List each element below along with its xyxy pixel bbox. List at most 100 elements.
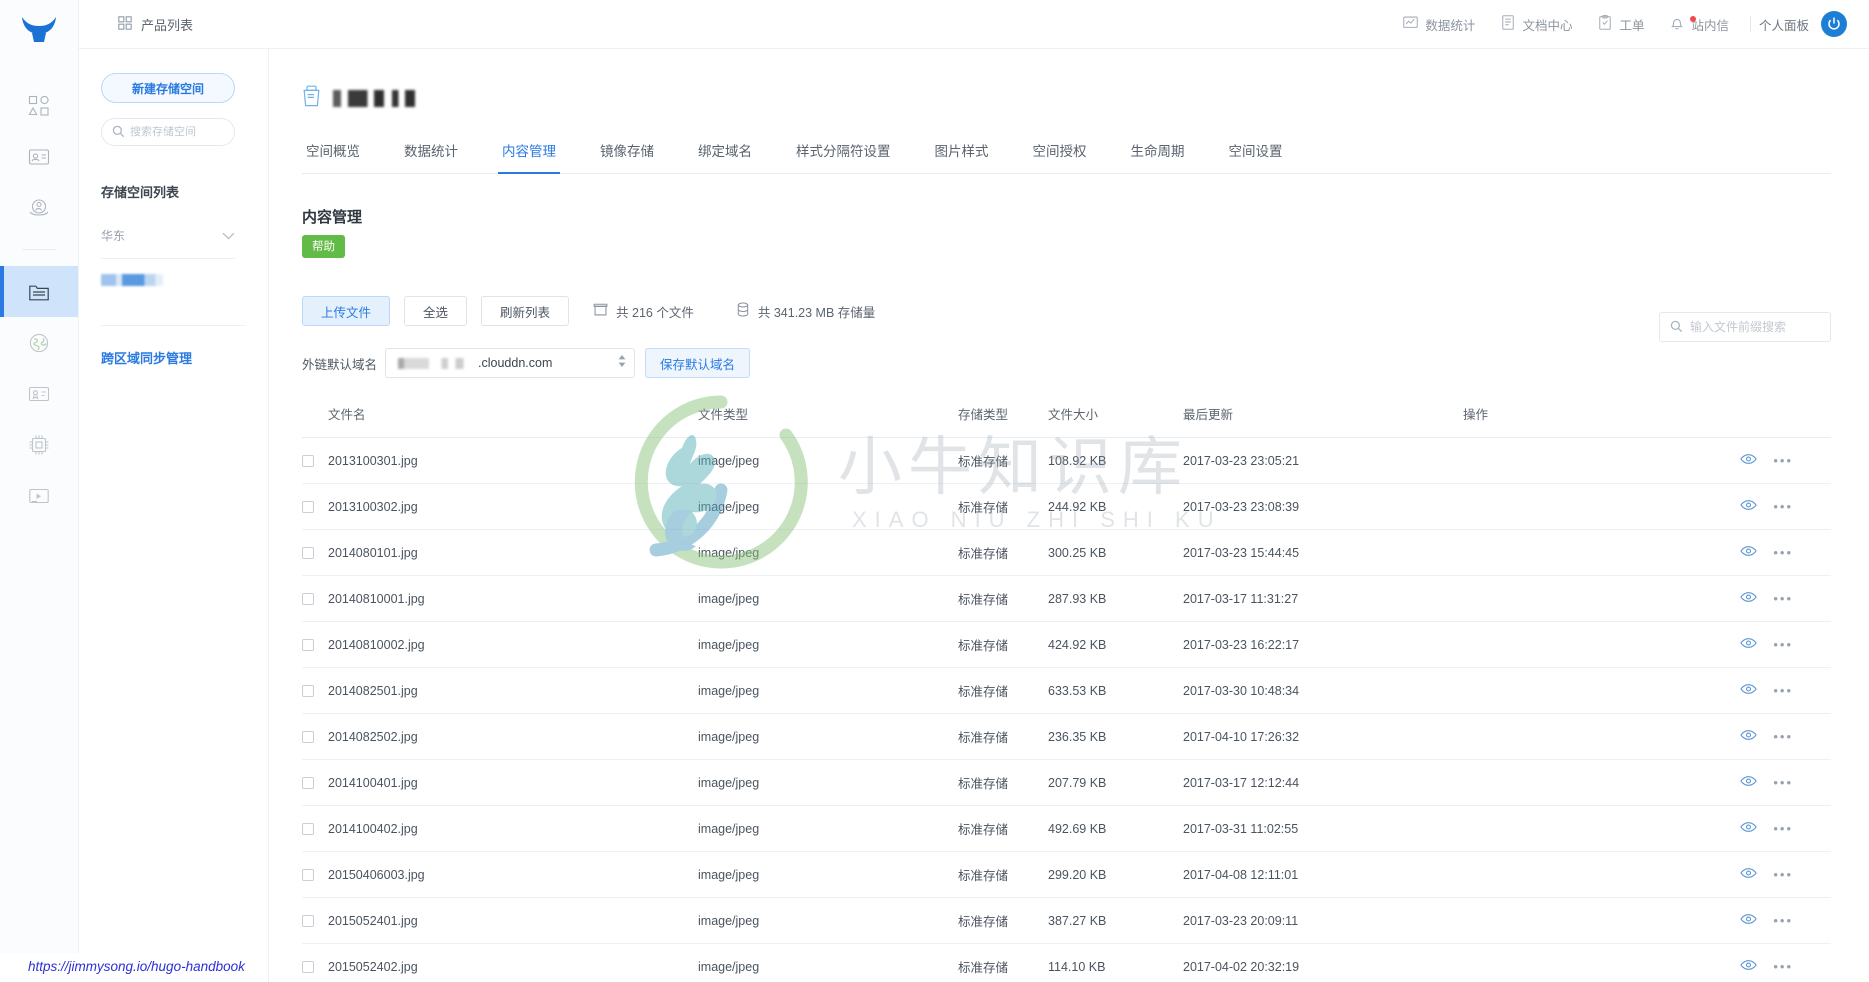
row-checkbox[interactable]: [302, 455, 314, 468]
bucket-list-item[interactable]: [101, 273, 246, 293]
table-row[interactable]: 2015052402.jpg image/jpeg 标准存储 114.10 KB 201…: [302, 943, 1831, 982]
tab-space-overview[interactable]: 空间概览: [302, 140, 382, 173]
column-header-filename[interactable]: 文件名: [328, 404, 698, 438]
more-dots-icon[interactable]: •••: [1773, 868, 1793, 881]
more-dots-icon[interactable]: •••: [1773, 500, 1793, 513]
tab-lifecycle[interactable]: 生命周期: [1109, 140, 1207, 173]
row-checkbox-cell[interactable]: [302, 621, 328, 668]
tab-image-style[interactable]: 图片样式: [913, 140, 1011, 173]
tab-space-auth[interactable]: 空间授权: [1011, 140, 1109, 173]
row-checkbox[interactable]: [302, 777, 314, 790]
avatar[interactable]: [1821, 11, 1847, 37]
row-checkbox[interactable]: [302, 915, 314, 928]
cell-filename[interactable]: 2014082502.jpg: [328, 713, 698, 760]
cell-filename[interactable]: 2014100402.jpg: [328, 805, 698, 852]
topbar-item-messages[interactable]: 站内信: [1657, 15, 1742, 34]
cell-filename[interactable]: 2015052401.jpg: [328, 897, 698, 944]
spinner-updown-icon[interactable]: [618, 355, 626, 367]
row-checkbox[interactable]: [302, 547, 314, 560]
more-dots-icon[interactable]: •••: [1773, 776, 1793, 789]
more-dots-icon[interactable]: •••: [1773, 730, 1793, 743]
tab-content-management[interactable]: 内容管理: [480, 140, 578, 174]
eye-icon[interactable]: [1740, 545, 1758, 560]
rail-item-live[interactable]: [0, 470, 78, 521]
cell-filename[interactable]: 2014100401.jpg: [328, 759, 698, 806]
rail-item-products[interactable]: [0, 80, 78, 131]
tab-mirror-storage[interactable]: 镜像存储: [578, 140, 676, 173]
table-row[interactable]: 20140810002.jpg image/jpeg 标准存储 424.92 KB 20…: [302, 621, 1831, 668]
row-checkbox-cell[interactable]: [302, 437, 328, 484]
row-checkbox-cell[interactable]: [302, 851, 328, 898]
cross-region-sync-link[interactable]: 跨区域同步管理: [101, 325, 246, 367]
select-all-button[interactable]: 全选: [404, 296, 468, 326]
more-dots-icon[interactable]: •••: [1773, 638, 1793, 651]
column-header-filesize[interactable]: 文件大小: [1048, 404, 1183, 438]
more-dots-icon[interactable]: •••: [1773, 454, 1793, 467]
cell-filename[interactable]: 2014080101.jpg: [328, 529, 698, 576]
row-checkbox-cell[interactable]: [302, 713, 328, 760]
rail-item-account[interactable]: [0, 131, 78, 182]
tab-style-separator[interactable]: 样式分隔符设置: [774, 140, 913, 173]
table-row[interactable]: 2015052401.jpg image/jpeg 标准存储 387.27 KB 201…: [302, 897, 1831, 944]
table-row[interactable]: 20150406003.jpg image/jpeg 标准存储 299.20 KB 20…: [302, 851, 1831, 898]
column-header-filetype[interactable]: 文件类型: [698, 404, 958, 438]
more-dots-icon[interactable]: •••: [1773, 592, 1793, 605]
bucket-search[interactable]: [101, 118, 235, 146]
eye-icon[interactable]: [1740, 913, 1758, 928]
tab-space-settings[interactable]: 空间设置: [1207, 140, 1305, 173]
breadcrumb[interactable]: 产品列表: [118, 15, 193, 34]
more-dots-icon[interactable]: •••: [1773, 546, 1793, 559]
file-prefix-search-input[interactable]: [1690, 320, 1830, 334]
rail-item-object-storage[interactable]: [0, 266, 78, 317]
more-dots-icon[interactable]: •••: [1773, 914, 1793, 927]
more-dots-icon[interactable]: •••: [1773, 960, 1793, 973]
table-row[interactable]: 2014100401.jpg image/jpeg 标准存储 207.79 KB 201…: [302, 759, 1831, 806]
rail-item-cdn[interactable]: [0, 317, 78, 368]
column-header-updated[interactable]: 最后更新: [1183, 404, 1463, 438]
tab-bind-domain[interactable]: 绑定域名: [676, 140, 774, 173]
row-checkbox[interactable]: [302, 685, 314, 698]
eye-icon[interactable]: [1740, 775, 1758, 790]
row-checkbox-cell[interactable]: [302, 483, 328, 530]
eye-icon[interactable]: [1740, 453, 1758, 468]
row-checkbox[interactable]: [302, 731, 314, 744]
table-row[interactable]: 2013100302.jpg image/jpeg 标准存储 244.92 KB 201…: [302, 483, 1831, 530]
rail-item-cloud-user[interactable]: [0, 182, 78, 233]
row-checkbox[interactable]: [302, 501, 314, 514]
more-dots-icon[interactable]: •••: [1773, 822, 1793, 835]
region-selector[interactable]: 华东: [101, 227, 235, 259]
table-row[interactable]: 20140810001.jpg image/jpeg 标准存储 287.93 KB 20…: [302, 575, 1831, 622]
eye-icon[interactable]: [1740, 637, 1758, 652]
column-header-storagetype[interactable]: 存储类型: [958, 404, 1048, 438]
cell-filename[interactable]: 20140810002.jpg: [328, 621, 698, 668]
cell-filename[interactable]: 2013100302.jpg: [328, 483, 698, 530]
cell-filename[interactable]: 2014082501.jpg: [328, 667, 698, 714]
more-dots-icon[interactable]: •••: [1773, 684, 1793, 697]
topbar-item-ticket[interactable]: 工单: [1585, 15, 1657, 34]
row-checkbox[interactable]: [302, 823, 314, 836]
row-checkbox-cell[interactable]: [302, 667, 328, 714]
new-bucket-button[interactable]: 新建存储空间: [101, 73, 235, 103]
row-checkbox-cell[interactable]: [302, 805, 328, 852]
eye-icon[interactable]: [1740, 683, 1758, 698]
eye-icon[interactable]: [1740, 591, 1758, 606]
row-checkbox[interactable]: [302, 593, 314, 606]
table-row[interactable]: 2014082501.jpg image/jpeg 标准存储 633.53 KB 201…: [302, 667, 1831, 714]
eye-icon[interactable]: [1740, 729, 1758, 744]
eye-icon[interactable]: [1740, 821, 1758, 836]
row-checkbox[interactable]: [302, 961, 314, 974]
cell-filename[interactable]: 2013100301.jpg: [328, 437, 698, 484]
rail-item-certificate[interactable]: [0, 368, 78, 419]
row-checkbox-cell[interactable]: [302, 575, 328, 622]
eye-icon[interactable]: [1740, 499, 1758, 514]
eye-icon[interactable]: [1740, 959, 1758, 974]
tab-data-stats[interactable]: 数据统计: [382, 140, 480, 173]
upload-file-button[interactable]: 上传文件: [302, 296, 391, 326]
row-checkbox-cell[interactable]: [302, 529, 328, 576]
table-row[interactable]: 2013100301.jpg image/jpeg 标准存储 108.92 KB 201…: [302, 437, 1831, 484]
row-checkbox-cell[interactable]: [302, 897, 328, 944]
help-badge[interactable]: 帮助: [302, 235, 345, 258]
table-row[interactable]: 2014080101.jpg image/jpeg 标准存储 300.25 KB 201…: [302, 529, 1831, 576]
bucket-search-input[interactable]: [130, 126, 234, 138]
table-row[interactable]: 2014100402.jpg image/jpeg 标准存储 492.69 KB 201…: [302, 805, 1831, 852]
